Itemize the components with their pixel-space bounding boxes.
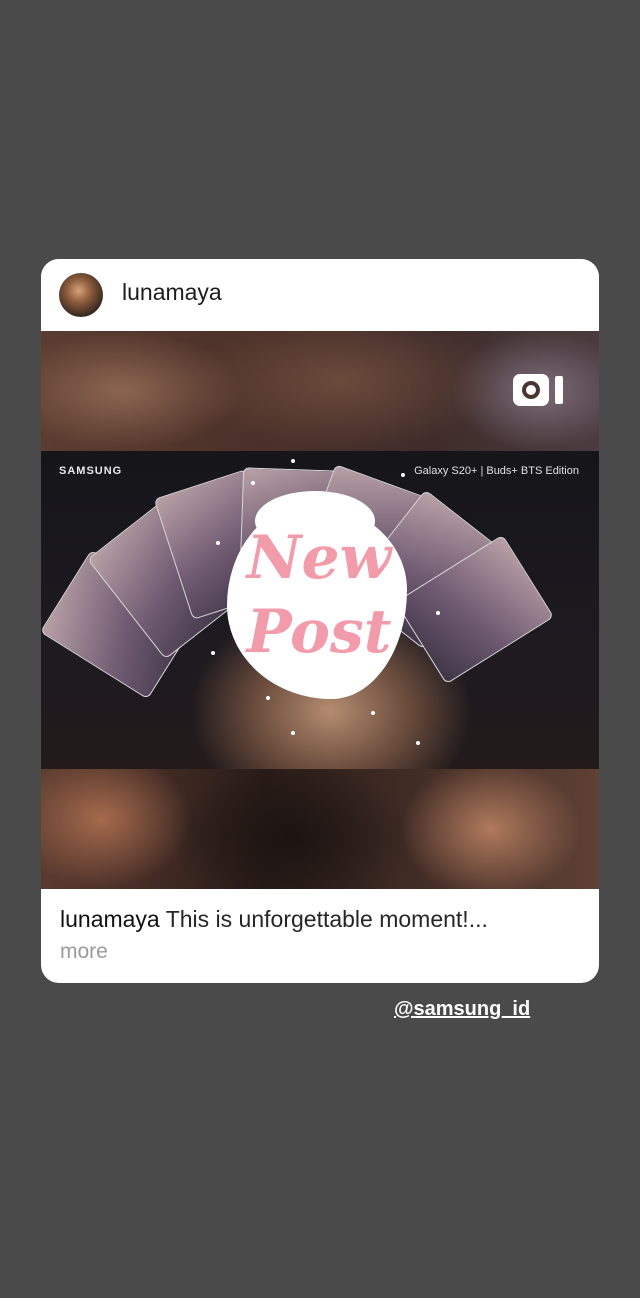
- avatar[interactable]: [59, 273, 103, 317]
- post-media[interactable]: SAMSUNG Galaxy S20+ | Buds+ BTS Edition …: [41, 331, 599, 889]
- splatter-dot: [216, 541, 220, 545]
- splatter-dot: [291, 459, 295, 463]
- caption-username[interactable]: lunamaya: [60, 906, 160, 932]
- mention-sticker[interactable]: @samsung_id: [394, 998, 530, 1021]
- blurred-background-bottom: [41, 769, 599, 889]
- splatter-dot: [211, 651, 215, 655]
- sticker-line-1: New: [246, 523, 392, 593]
- splatter-dot: [266, 696, 270, 700]
- caption-text: This is unforgettable moment!...: [165, 906, 488, 932]
- reels-icon: [513, 374, 563, 406]
- splatter-dot: [251, 481, 255, 485]
- caption-more-link[interactable]: more: [60, 940, 108, 964]
- splatter-dot: [416, 741, 420, 745]
- sticker-line-2: Post: [246, 597, 392, 667]
- brand-logo: SAMSUNG: [59, 465, 123, 477]
- splatter-dot: [371, 711, 375, 715]
- new-post-sticker: New Post: [239, 521, 399, 669]
- post-header: lunamaya: [41, 259, 599, 331]
- splatter-dot: [291, 731, 295, 735]
- splatter-dot: [436, 611, 440, 615]
- post-caption: lunamaya This is unforgettable moment!..…: [60, 904, 580, 934]
- video-frame: SAMSUNG Galaxy S20+ | Buds+ BTS Edition …: [41, 451, 599, 769]
- splatter-dot: [401, 473, 405, 477]
- story-canvas: lunamaya SAMSUNG Galaxy S20+ | Buds+ BTS…: [0, 0, 640, 1298]
- post-username[interactable]: lunamaya: [122, 279, 222, 306]
- shared-post-card[interactable]: lunamaya SAMSUNG Galaxy S20+ | Buds+ BTS…: [41, 259, 599, 983]
- edition-label: Galaxy S20+ | Buds+ BTS Edition: [414, 465, 579, 477]
